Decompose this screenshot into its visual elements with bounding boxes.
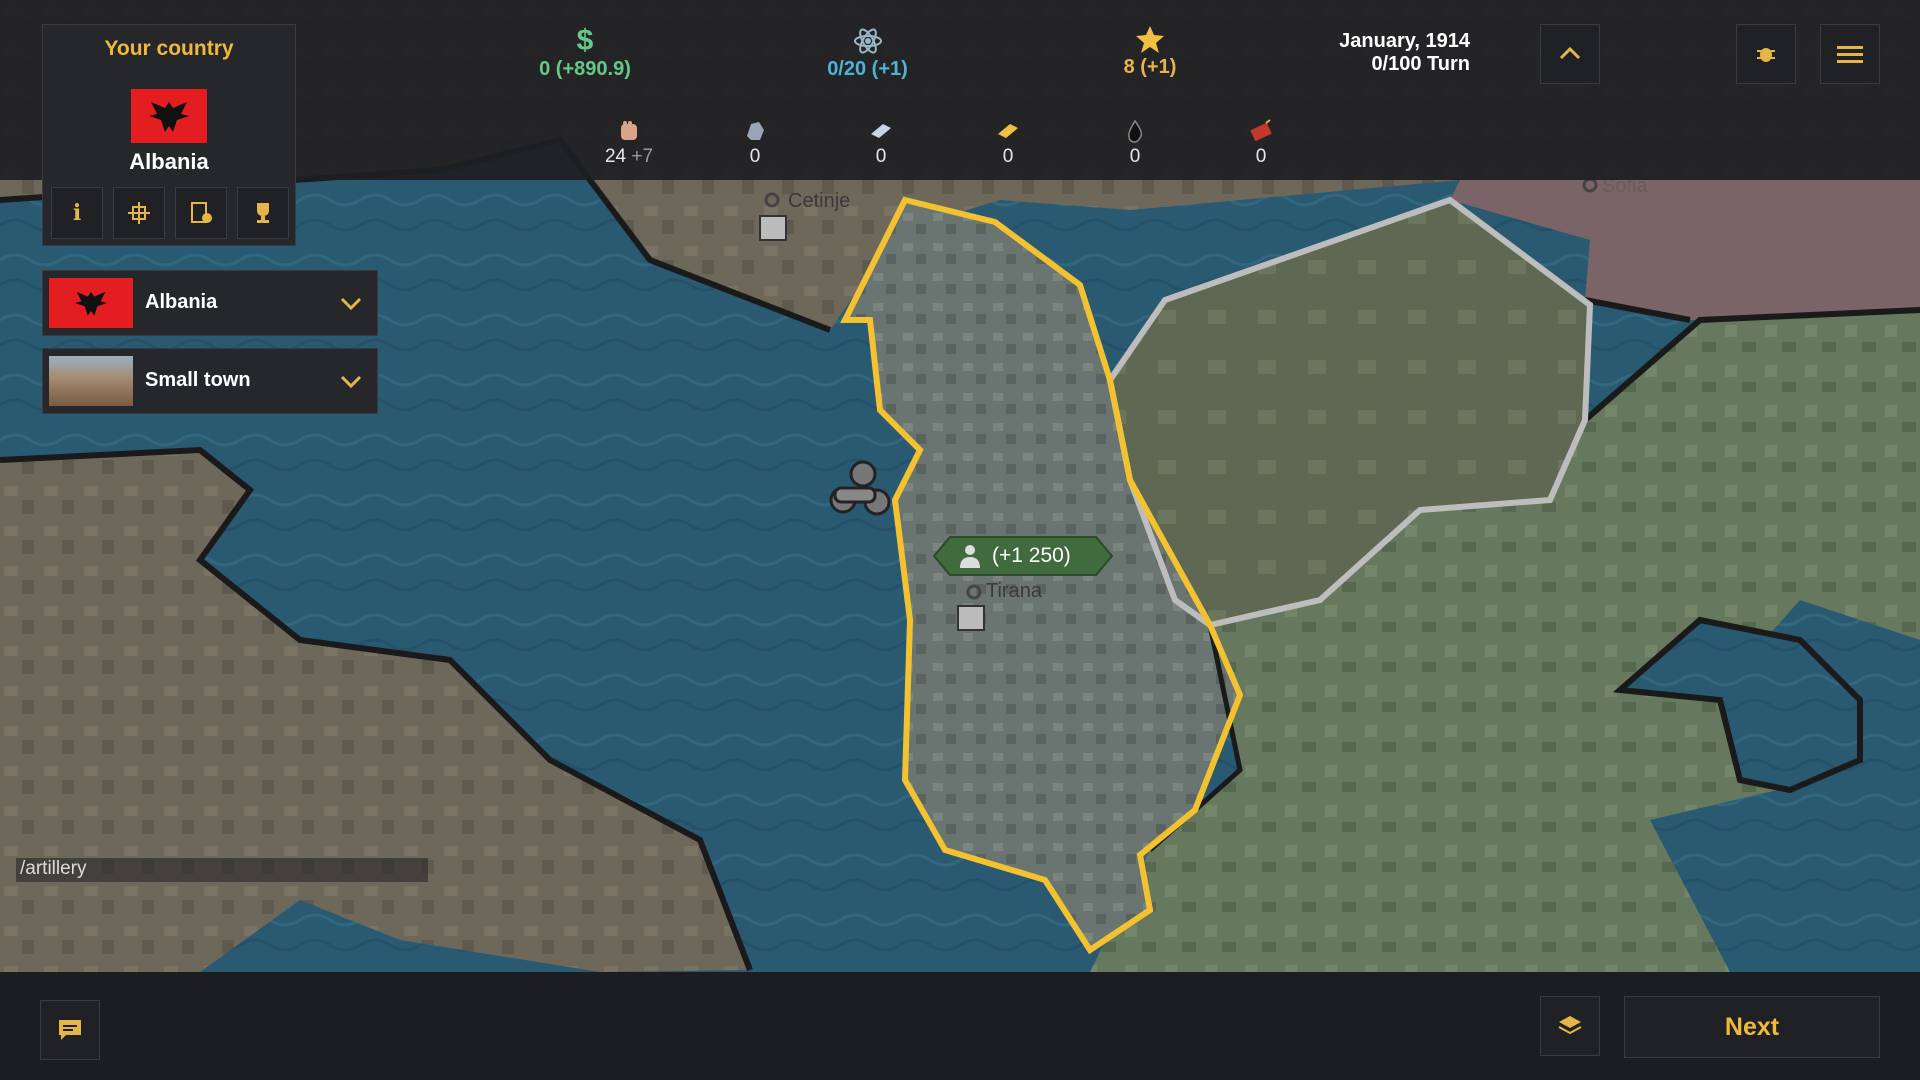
double-headed-eagle-icon xyxy=(149,102,189,132)
country-panel: Your country Albania i xyxy=(42,24,296,246)
steel-icon xyxy=(871,124,891,138)
country-selector-label: Albania xyxy=(145,291,218,313)
command-console-input[interactable]: /artillery xyxy=(16,858,428,882)
resource-ore[interactable]: 0 xyxy=(720,118,790,168)
resource-oil-value: 0 xyxy=(1129,146,1141,167)
population-badge-text: (+1 250) xyxy=(992,544,1071,567)
chat-button[interactable] xyxy=(40,1000,100,1060)
factory-icon-tirana xyxy=(957,605,985,631)
chevron-down-icon xyxy=(340,297,362,311)
soldier-icon xyxy=(960,545,980,568)
chat-bubble-icon xyxy=(59,1020,81,1040)
achievements-button[interactable] xyxy=(237,187,289,239)
resource-dynamite-value: 0 xyxy=(1255,146,1267,167)
country-panel-title: Your country xyxy=(104,37,234,60)
info-icon: i xyxy=(72,200,82,226)
resource-manpower-value: 24 xyxy=(604,146,627,167)
technology-icon xyxy=(128,202,150,224)
double-headed-eagle-icon xyxy=(75,291,107,316)
main-menu-button[interactable] xyxy=(1820,24,1880,84)
city-label-cetinje: Cetinje xyxy=(788,190,851,212)
contracts-button[interactable] xyxy=(175,187,227,239)
resource-ore-value: 0 xyxy=(749,146,761,167)
country-selector-dropdown[interactable]: Albania xyxy=(42,270,378,336)
date-display: January, 1914 0/100 Turn xyxy=(1300,30,1470,76)
manpower-fist-icon xyxy=(621,121,637,140)
chevron-up-icon xyxy=(1559,46,1581,60)
city-label-tirana: Tirana xyxy=(986,580,1042,602)
resource-gold[interactable]: 0 xyxy=(973,118,1043,168)
star-icon xyxy=(1136,26,1164,53)
bug-report-button[interactable] xyxy=(1736,24,1796,84)
hamburger-menu-icon xyxy=(1837,46,1863,63)
region-type-label: Small town xyxy=(145,369,251,391)
albania-flag xyxy=(131,89,207,143)
layers-icon xyxy=(1558,1016,1582,1035)
factory-icon-cetinje xyxy=(759,215,787,241)
research-value: 0/20 (+1) xyxy=(827,58,908,80)
ore-icon xyxy=(747,122,764,140)
prestige-value: 8 (+1) xyxy=(1123,56,1177,78)
date-text: January, 1914 xyxy=(1339,30,1470,52)
country-info-button[interactable]: i xyxy=(51,187,103,239)
resource-steel[interactable]: 0 xyxy=(846,118,916,168)
contract-icon xyxy=(191,202,212,223)
dynamite-icon xyxy=(1250,119,1272,142)
money-stat[interactable]: $ 0 (+890.9) xyxy=(520,26,650,81)
resource-dynamite[interactable]: 0 xyxy=(1226,118,1296,168)
turn-counter: 0/100 Turn xyxy=(1371,53,1470,75)
albania-flag-small xyxy=(49,278,133,328)
atom-icon xyxy=(853,28,882,54)
research-stat[interactable]: 0/20 (+1) xyxy=(800,26,935,81)
small-town-thumbnail xyxy=(49,356,133,406)
dollar-icon: $ xyxy=(576,24,594,57)
resource-manpower[interactable]: 24 +7 xyxy=(594,118,664,168)
trophy-icon xyxy=(257,203,269,223)
gold-icon xyxy=(998,124,1018,138)
next-turn-button[interactable]: Next xyxy=(1624,996,1880,1058)
country-name: Albania xyxy=(129,149,209,174)
resource-gold-value: 0 xyxy=(1002,146,1014,167)
resource-manpower-increment: +7 xyxy=(631,146,654,167)
bug-icon xyxy=(1757,48,1775,62)
prestige-stat[interactable]: 8 (+1) xyxy=(1100,24,1200,79)
money-value: 0 (+890.9) xyxy=(539,58,631,80)
map-layers-button[interactable] xyxy=(1540,996,1600,1056)
resource-steel-value: 0 xyxy=(875,146,887,167)
resource-oil[interactable]: 0 xyxy=(1100,118,1170,168)
chevron-down-icon xyxy=(340,375,362,389)
collapse-topbar-button[interactable] xyxy=(1540,24,1600,84)
population-badge[interactable]: (+1 250) xyxy=(934,537,1112,575)
technology-button[interactable] xyxy=(113,187,165,239)
oil-drop-icon xyxy=(1128,119,1143,143)
region-type-dropdown[interactable]: Small town xyxy=(42,348,378,414)
